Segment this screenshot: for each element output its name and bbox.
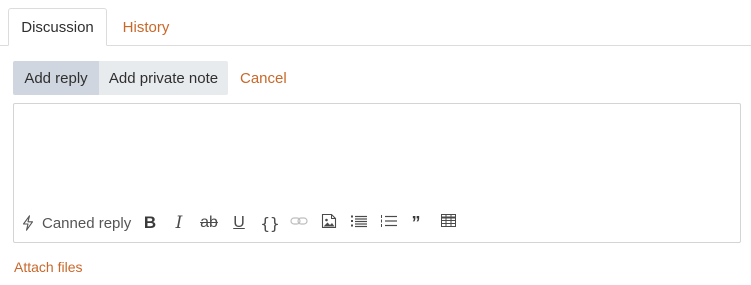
table-icon xyxy=(440,214,456,232)
quote-button[interactable]: ” xyxy=(409,208,423,238)
italic-button[interactable]: I xyxy=(172,208,186,238)
code-button[interactable]: {} xyxy=(259,208,281,238)
numbered-list-button[interactable] xyxy=(380,208,398,238)
attach-files-link[interactable]: Attach files xyxy=(14,259,82,275)
reply-mode-toggle: Add reply Add private note xyxy=(13,61,228,95)
tab-bar: Discussion History xyxy=(0,0,751,46)
canned-reply-button[interactable]: Canned reply xyxy=(22,208,131,238)
image-icon xyxy=(321,213,337,234)
lightning-bolt-icon xyxy=(22,215,34,231)
add-reply-button[interactable]: Add reply xyxy=(13,61,99,95)
strikethrough-button[interactable]: ab xyxy=(199,208,219,238)
reply-text-area[interactable] xyxy=(14,104,740,204)
editor-toolbar: Canned reply B I ab U {} ” xyxy=(14,208,740,238)
tab-discussion[interactable]: Discussion xyxy=(8,8,107,46)
bulleted-list-icon xyxy=(350,214,368,233)
add-private-note-button[interactable]: Add private note xyxy=(99,61,228,95)
table-button[interactable] xyxy=(440,208,456,238)
underline-button[interactable]: U xyxy=(232,208,246,238)
link-button[interactable] xyxy=(290,208,308,238)
bold-button[interactable]: B xyxy=(142,208,158,238)
numbered-list-icon xyxy=(380,214,398,233)
reply-editor: Canned reply B I ab U {} ” xyxy=(13,103,741,243)
bulleted-list-button[interactable] xyxy=(350,208,368,238)
cancel-link[interactable]: Cancel xyxy=(240,61,287,95)
image-button[interactable] xyxy=(320,208,338,238)
tab-history[interactable]: History xyxy=(110,8,182,46)
canned-reply-label: Canned reply xyxy=(42,214,132,232)
link-icon xyxy=(290,214,308,232)
